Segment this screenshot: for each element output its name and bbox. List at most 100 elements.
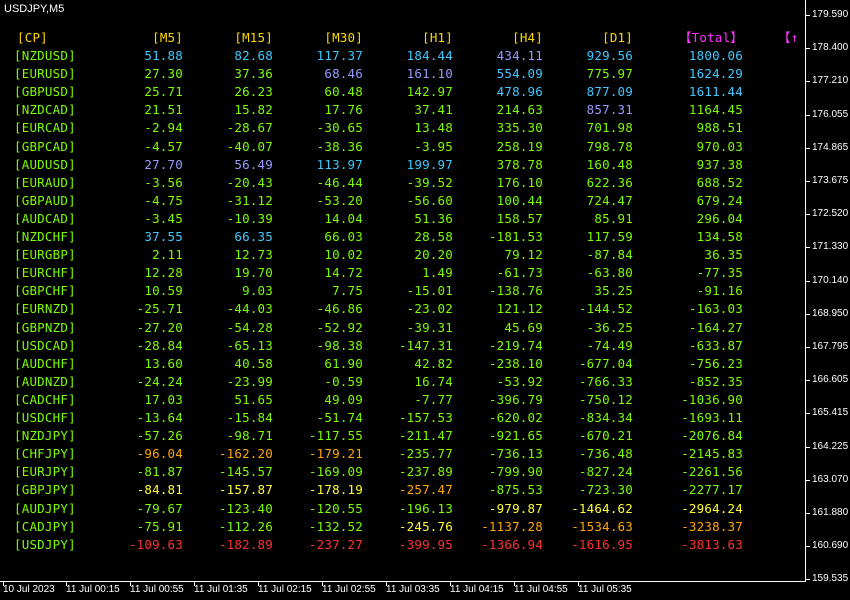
price-tick bbox=[806, 247, 810, 249]
value-m15: 40.58 bbox=[234, 355, 273, 371]
value-m15: -44.03 bbox=[226, 301, 273, 317]
value-h1: -15.01 bbox=[406, 283, 453, 299]
price-tick bbox=[806, 48, 810, 50]
price-label: 164.225 bbox=[812, 440, 849, 452]
value-total: 36.35 bbox=[704, 247, 743, 263]
value-m30: -179.21 bbox=[308, 446, 363, 462]
value-m30: -169.09 bbox=[308, 464, 363, 480]
value-total: -2964.24 bbox=[681, 500, 743, 516]
header-m5: [M5] bbox=[152, 30, 183, 45]
value-h1: 16.74 bbox=[414, 373, 453, 389]
value-total: -77.35 bbox=[696, 265, 743, 281]
value-m30: 113.97 bbox=[316, 156, 363, 172]
pair-label: [EURCAD] bbox=[14, 120, 76, 136]
pair-label: [AUDCAD] bbox=[14, 210, 76, 226]
value-d1: -677.04 bbox=[578, 355, 633, 371]
value-m15: 82.68 bbox=[234, 48, 273, 63]
value-m15: 56.49 bbox=[234, 156, 273, 172]
header-h1: [H1] bbox=[422, 30, 453, 45]
price-label: 167.795 bbox=[812, 341, 849, 352]
value-h4: 121.12 bbox=[496, 301, 543, 317]
value-m30: 14.72 bbox=[324, 265, 363, 281]
value-d1: 160.48 bbox=[586, 156, 633, 172]
value-m5: -3.45 bbox=[144, 210, 183, 226]
price-tick bbox=[806, 479, 810, 481]
value-m5: 27.30 bbox=[144, 66, 183, 82]
value-h1: 28.58 bbox=[414, 229, 453, 244]
pair-label: [CADCHF] bbox=[14, 391, 76, 407]
value-h4: -138.76 bbox=[488, 283, 543, 299]
value-h4: 100.44 bbox=[496, 192, 543, 208]
pair-label: [EURCHF] bbox=[14, 265, 76, 281]
value-total: 688.52 bbox=[696, 174, 743, 190]
value-h4: -181.53 bbox=[488, 229, 543, 244]
price-tick bbox=[806, 214, 810, 216]
value-m5: 13.60 bbox=[144, 355, 183, 371]
header-total: 【Total】 bbox=[678, 30, 743, 45]
value-h1: 161.10 bbox=[406, 66, 453, 82]
value-m30: -132.52 bbox=[308, 518, 363, 534]
value-m5: -27.20 bbox=[136, 319, 183, 335]
time-label: 11 Jul 03:35 bbox=[386, 584, 440, 595]
value-h1: 13.48 bbox=[414, 120, 453, 136]
price-tick bbox=[806, 15, 810, 16]
value-m15: -112.26 bbox=[218, 518, 273, 534]
value-h4: -1137.28 bbox=[481, 518, 543, 534]
value-h1: -23.02 bbox=[406, 301, 453, 317]
price-tick bbox=[806, 413, 810, 415]
pair-label: [NZDUSD] bbox=[14, 48, 76, 63]
value-h4: 335.30 bbox=[496, 120, 543, 136]
price-tick bbox=[806, 313, 810, 315]
value-h1: -3.95 bbox=[414, 138, 453, 154]
header-h4: [H4] bbox=[512, 30, 543, 45]
price-tick bbox=[806, 513, 810, 514]
header-d1: [D1] bbox=[602, 30, 633, 45]
pair-label: [GBPUSD] bbox=[14, 84, 76, 100]
value-total: -164.27 bbox=[688, 319, 743, 335]
price-tick bbox=[806, 546, 810, 548]
value-h4: -396.79 bbox=[488, 391, 543, 407]
value-m5: -4.57 bbox=[144, 138, 183, 154]
value-m30: -98.38 bbox=[316, 337, 363, 353]
value-m30: 68.46 bbox=[324, 66, 363, 82]
header-m15: [M15] bbox=[234, 30, 273, 45]
value-d1: -670.21 bbox=[578, 428, 633, 444]
pair-label: [GBPCAD] bbox=[14, 138, 76, 154]
value-h4: -61.73 bbox=[496, 265, 543, 281]
price-label: 178.400 bbox=[812, 42, 849, 54]
value-h4: 214.63 bbox=[496, 102, 543, 118]
value-h1: 142.97 bbox=[406, 84, 453, 100]
price-label: 177.210 bbox=[812, 75, 849, 87]
time-label: 11 Jul 00:55 bbox=[130, 584, 184, 595]
pair-label: [GBPAUD] bbox=[14, 192, 76, 208]
value-h4: -979.87 bbox=[488, 500, 543, 516]
value-h1: -235.77 bbox=[398, 446, 453, 462]
value-h4: -219.74 bbox=[488, 337, 543, 353]
value-d1: -144.52 bbox=[578, 301, 633, 317]
pair-label: [GBPJPY] bbox=[14, 482, 76, 498]
value-d1: 117.59 bbox=[586, 229, 633, 244]
value-h1: -196.13 bbox=[398, 500, 453, 516]
value-total: -2261.56 bbox=[681, 464, 743, 480]
value-h4: -620.02 bbox=[488, 410, 543, 425]
value-d1: -87.84 bbox=[586, 247, 633, 263]
pair-label: [GBPNZD] bbox=[14, 319, 76, 335]
price-tick bbox=[806, 181, 810, 182]
value-d1: -1616.95 bbox=[571, 536, 633, 552]
value-m5: -96.04 bbox=[136, 446, 183, 462]
value-m30: -30.65 bbox=[316, 120, 363, 136]
price-tick bbox=[806, 579, 810, 581]
value-m30: 117.37 bbox=[316, 48, 363, 63]
value-m5: -13.64 bbox=[136, 410, 183, 425]
value-m30: 60.48 bbox=[324, 84, 363, 100]
pair-label: [CHFJPY] bbox=[14, 446, 76, 462]
pair-label: [EURUSD] bbox=[14, 66, 76, 82]
value-m30: -52.92 bbox=[316, 319, 363, 335]
pair-label: [EURJPY] bbox=[14, 464, 76, 480]
value-total: 1624.29 bbox=[688, 66, 743, 82]
value-m15: -65.13 bbox=[226, 337, 273, 353]
price-tick bbox=[806, 380, 810, 382]
value-m30: 10.02 bbox=[324, 247, 363, 263]
value-total: -633.87 bbox=[688, 337, 743, 353]
value-m5: 21.51 bbox=[144, 102, 183, 118]
